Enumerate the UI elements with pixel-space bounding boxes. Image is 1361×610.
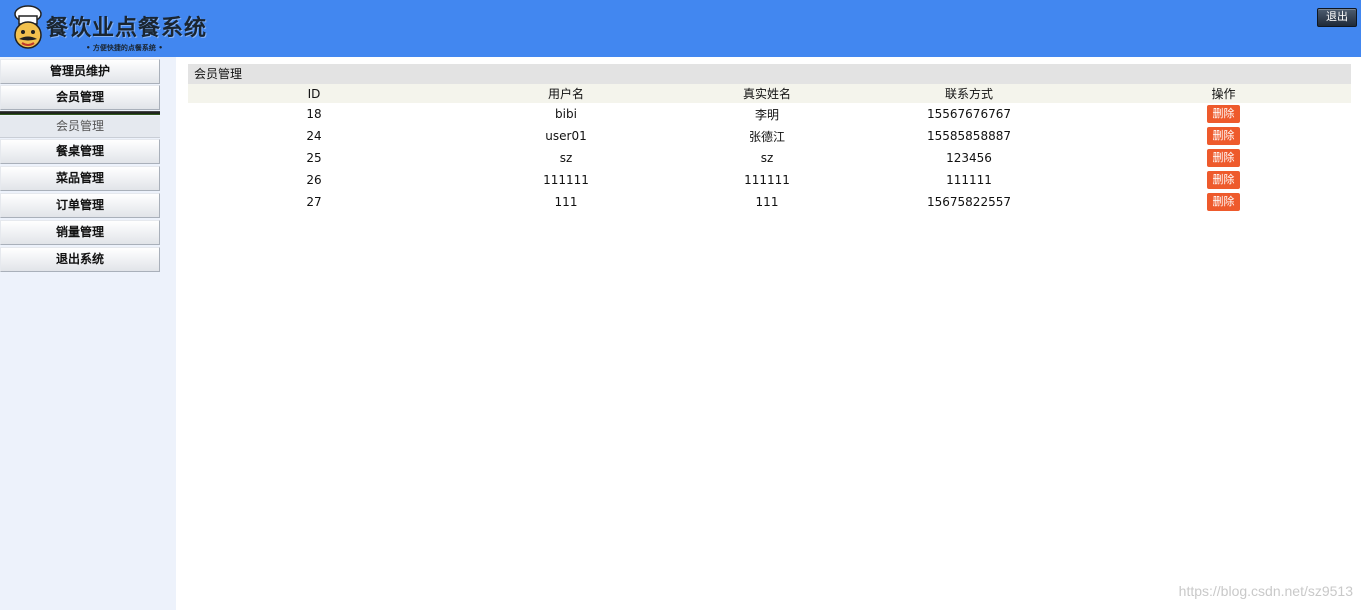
cell-username: 111111 [543, 173, 589, 187]
column-header-username: 用户名 [440, 84, 692, 103]
cell-actions: 删除 [1096, 147, 1351, 169]
cell-actions: 删除 [1096, 103, 1351, 125]
cell-username: sz [559, 151, 573, 165]
delete-button[interactable]: 删除 [1207, 171, 1240, 189]
menu-admin-maintenance[interactable]: 管理员维护 [0, 59, 160, 84]
top-header: 餐饮业点餐系统 • 方便快捷的点餐系统 • 退出 [0, 0, 1361, 57]
cell-phone: 15567676767 [927, 107, 1011, 121]
menu-exit-system[interactable]: 退出系统 [0, 247, 160, 272]
cell-realname: sz [760, 151, 774, 165]
cell-username: 111 [554, 195, 578, 209]
app-title: 餐饮业点餐系统 [46, 16, 208, 41]
cell-actions: 删除 [1096, 191, 1351, 213]
cell-actions: 删除 [1096, 125, 1351, 147]
cell-phone: 15675822557 [927, 195, 1011, 209]
cell-phone: 111111 [946, 173, 992, 187]
delete-button[interactable]: 删除 [1207, 149, 1240, 167]
cell-id: 26 [306, 173, 322, 187]
cell-realname: 111 [755, 195, 779, 209]
menu-member-management[interactable]: 会员管理 [0, 85, 160, 110]
panel-title: 会员管理 [188, 64, 1351, 84]
app-slogan: • 方便快捷的点餐系统 • [86, 44, 163, 52]
table-row: 27 111 111 15675822557 删除 [188, 191, 1351, 213]
member-table: ID 用户名 真实姓名 联系方式 操作 18 bibi 李明 155676767… [188, 84, 1351, 213]
table-row: 18 bibi 李明 15567676767 删除 [188, 103, 1351, 125]
cell-actions: 删除 [1096, 169, 1351, 191]
logout-button[interactable]: 退出 [1317, 8, 1357, 27]
sidebar: 管理员维护 会员管理 会员管理 餐桌管理 菜品管理 订单管理 销量管理 退出系统 [0, 57, 176, 610]
column-header-phone: 联系方式 [842, 84, 1096, 103]
column-header-actions: 操作 [1096, 84, 1351, 103]
submenu-member-management[interactable]: 会员管理 [0, 116, 160, 138]
cell-realname: 111111 [744, 173, 790, 187]
table-row: 26 111111 111111 111111 删除 [188, 169, 1351, 191]
cell-username: bibi [555, 107, 577, 121]
delete-button[interactable]: 删除 [1207, 193, 1240, 211]
column-header-id: ID [188, 84, 440, 103]
cell-phone: 123456 [946, 151, 992, 165]
menu-order-management[interactable]: 订单管理 [0, 193, 160, 218]
menu-table-management[interactable]: 餐桌管理 [0, 139, 160, 164]
menu-divider [0, 111, 160, 115]
watermark: https://blog.csdn.net/sz9513 [1178, 583, 1353, 599]
table-row: 24 user01 张德江 15585858887 删除 [188, 125, 1351, 147]
cell-realname: 张德江 [748, 129, 785, 144]
cell-id: 18 [306, 107, 322, 121]
cell-id: 24 [306, 129, 322, 143]
chef-logo-icon [14, 5, 42, 49]
menu-sales-management[interactable]: 销量管理 [0, 220, 160, 245]
delete-button[interactable]: 删除 [1207, 127, 1240, 145]
table-row: 25 sz sz 123456 删除 [188, 147, 1351, 169]
cell-username: user01 [545, 129, 587, 143]
menu-dish-management[interactable]: 菜品管理 [0, 166, 160, 191]
cell-phone: 15585858887 [927, 129, 1011, 143]
column-header-realname: 真实姓名 [692, 84, 842, 103]
delete-button[interactable]: 删除 [1207, 105, 1240, 123]
table-header-row: ID 用户名 真实姓名 联系方式 操作 [188, 84, 1351, 103]
cell-id: 27 [306, 195, 322, 209]
cell-realname: 李明 [754, 107, 779, 122]
cell-id: 25 [306, 151, 322, 165]
